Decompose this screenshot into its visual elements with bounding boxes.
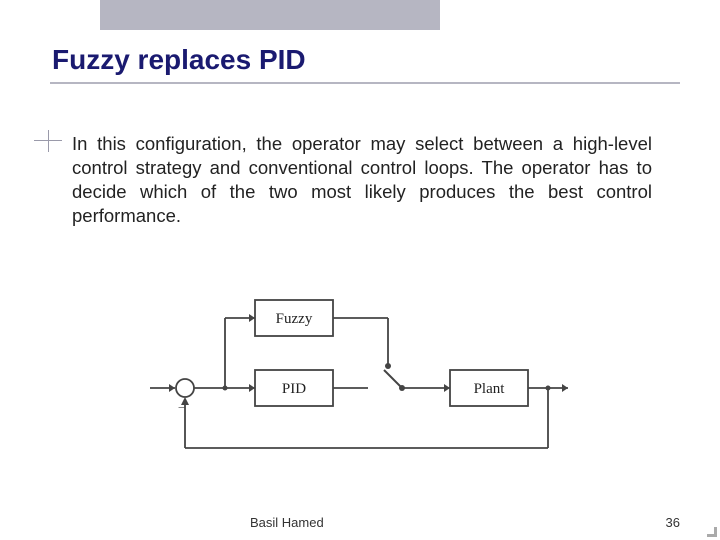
block-diagram: − Fuzzy PID Plant — [150, 278, 570, 478]
title-underline — [50, 82, 680, 84]
fuzzy-block-label: Fuzzy — [276, 311, 313, 327]
footer-page-number: 36 — [666, 515, 680, 530]
decorative-top-bar — [100, 0, 440, 30]
pid-block-label: PID — [282, 381, 306, 397]
page-title: Fuzzy replaces PID — [52, 44, 306, 76]
corner-decoration — [707, 527, 717, 537]
footer-author: Basil Hamed — [250, 515, 324, 530]
body-paragraph: In this configuration, the operator may … — [72, 132, 652, 228]
plant-block-label: Plant — [474, 381, 506, 397]
